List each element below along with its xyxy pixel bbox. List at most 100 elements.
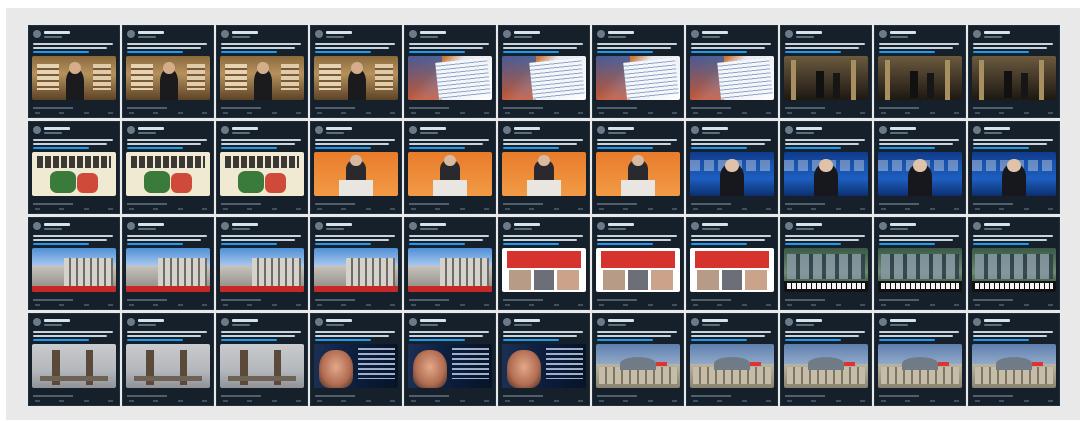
share-icon	[859, 304, 865, 306]
tweet-media-image	[32, 344, 116, 388]
tweet-link-line	[691, 243, 747, 245]
tweet-author-handle	[702, 324, 720, 326]
tweet-link-line	[33, 51, 89, 53]
tweet-author-name	[326, 319, 352, 322]
tweet-text-line	[315, 43, 395, 45]
retweet-icon	[529, 112, 535, 114]
share-icon	[859, 400, 865, 402]
tweet-header	[879, 318, 961, 328]
like-icon	[83, 112, 89, 114]
tweet-actions	[411, 400, 489, 402]
avatar-icon	[33, 318, 41, 326]
tweet-text-line	[409, 143, 483, 145]
share-icon	[295, 112, 301, 114]
tweet-header	[973, 222, 1055, 232]
tweet-text-line	[503, 143, 577, 145]
tweet-text-line	[785, 235, 865, 237]
tweet-card	[968, 25, 1060, 118]
like-icon	[553, 208, 559, 210]
share-icon	[859, 208, 865, 210]
tweet-timestamp	[127, 299, 167, 301]
reply-icon	[35, 112, 40, 114]
tweet-header	[597, 318, 679, 328]
like-icon	[929, 400, 935, 402]
avatar-icon	[973, 126, 981, 134]
like-icon	[647, 304, 653, 306]
tweet-card	[310, 217, 402, 310]
tweet-link-line	[409, 147, 465, 149]
tweet-header	[315, 222, 397, 232]
tweet-text-line	[33, 331, 113, 333]
tweet-header	[597, 126, 679, 136]
tweet-link-line	[409, 339, 465, 341]
tweet-author-handle	[514, 132, 532, 134]
tweet-media-image	[314, 248, 398, 292]
like-icon	[647, 208, 653, 210]
tweet-actions	[881, 112, 959, 114]
tweet-media-image	[314, 152, 398, 196]
tweet-header	[409, 126, 491, 136]
tweet-header	[315, 318, 397, 328]
tweet-author-handle	[702, 36, 720, 38]
tweet-text-line	[785, 43, 865, 45]
reply-icon	[881, 400, 886, 402]
tweet-card	[28, 25, 120, 118]
tweet-actions	[223, 304, 301, 306]
tweet-actions	[881, 400, 959, 402]
tweet-media-image	[972, 344, 1056, 388]
tweet-text-line	[691, 47, 765, 49]
reply-icon	[787, 304, 792, 306]
tweet-link-line	[597, 51, 653, 53]
tweet-author-name	[984, 127, 1010, 130]
tweet-media-image	[502, 248, 586, 292]
like-icon	[1023, 400, 1029, 402]
retweet-icon	[435, 400, 441, 402]
avatar-icon	[691, 318, 699, 326]
tweet-actions	[129, 400, 207, 402]
tweet-media-image	[126, 152, 210, 196]
retweet-icon	[435, 208, 441, 210]
share-icon	[953, 208, 959, 210]
tweet-link-line	[597, 147, 653, 149]
tweet-header	[879, 30, 961, 40]
tweet-text-line	[785, 331, 865, 333]
tweet-link-line	[33, 243, 89, 245]
share-icon	[483, 208, 489, 210]
share-icon	[953, 112, 959, 114]
tweet-actions	[975, 208, 1053, 210]
tweet-link-line	[879, 51, 935, 53]
tweet-timestamp	[221, 299, 261, 301]
tweet-text-line	[973, 143, 1047, 145]
tweet-actions	[599, 400, 677, 402]
avatar-icon	[503, 30, 511, 38]
tweet-author-name	[796, 127, 822, 130]
tweet-text-line	[315, 331, 395, 333]
tweet-media-image	[878, 248, 962, 292]
tweet-actions	[881, 208, 959, 210]
retweet-icon	[341, 304, 347, 306]
tweet-text-line	[221, 235, 301, 237]
tweet-header	[973, 126, 1055, 136]
tweet-card	[968, 217, 1060, 310]
tweet-text-line	[597, 335, 671, 337]
tweet-header	[33, 30, 115, 40]
tweet-media-image	[690, 344, 774, 388]
like-icon	[365, 112, 371, 114]
tweet-author-name	[138, 319, 164, 322]
tweet-timestamp	[315, 107, 355, 109]
avatar-icon	[503, 222, 511, 230]
like-icon	[929, 112, 935, 114]
retweet-icon	[717, 400, 723, 402]
tweet-author-handle	[984, 228, 1002, 230]
tweet-link-line	[973, 339, 1029, 341]
tweet-media-image	[32, 56, 116, 100]
tweet-author-name	[232, 127, 258, 130]
tweet-timestamp	[691, 299, 731, 301]
retweet-icon	[905, 208, 911, 210]
tweet-text-line	[691, 143, 765, 145]
tweet-media-image	[784, 248, 868, 292]
tweet-text-line	[33, 143, 107, 145]
tweet-card	[780, 313, 872, 406]
retweet-icon	[811, 112, 817, 114]
retweet-icon	[247, 304, 253, 306]
